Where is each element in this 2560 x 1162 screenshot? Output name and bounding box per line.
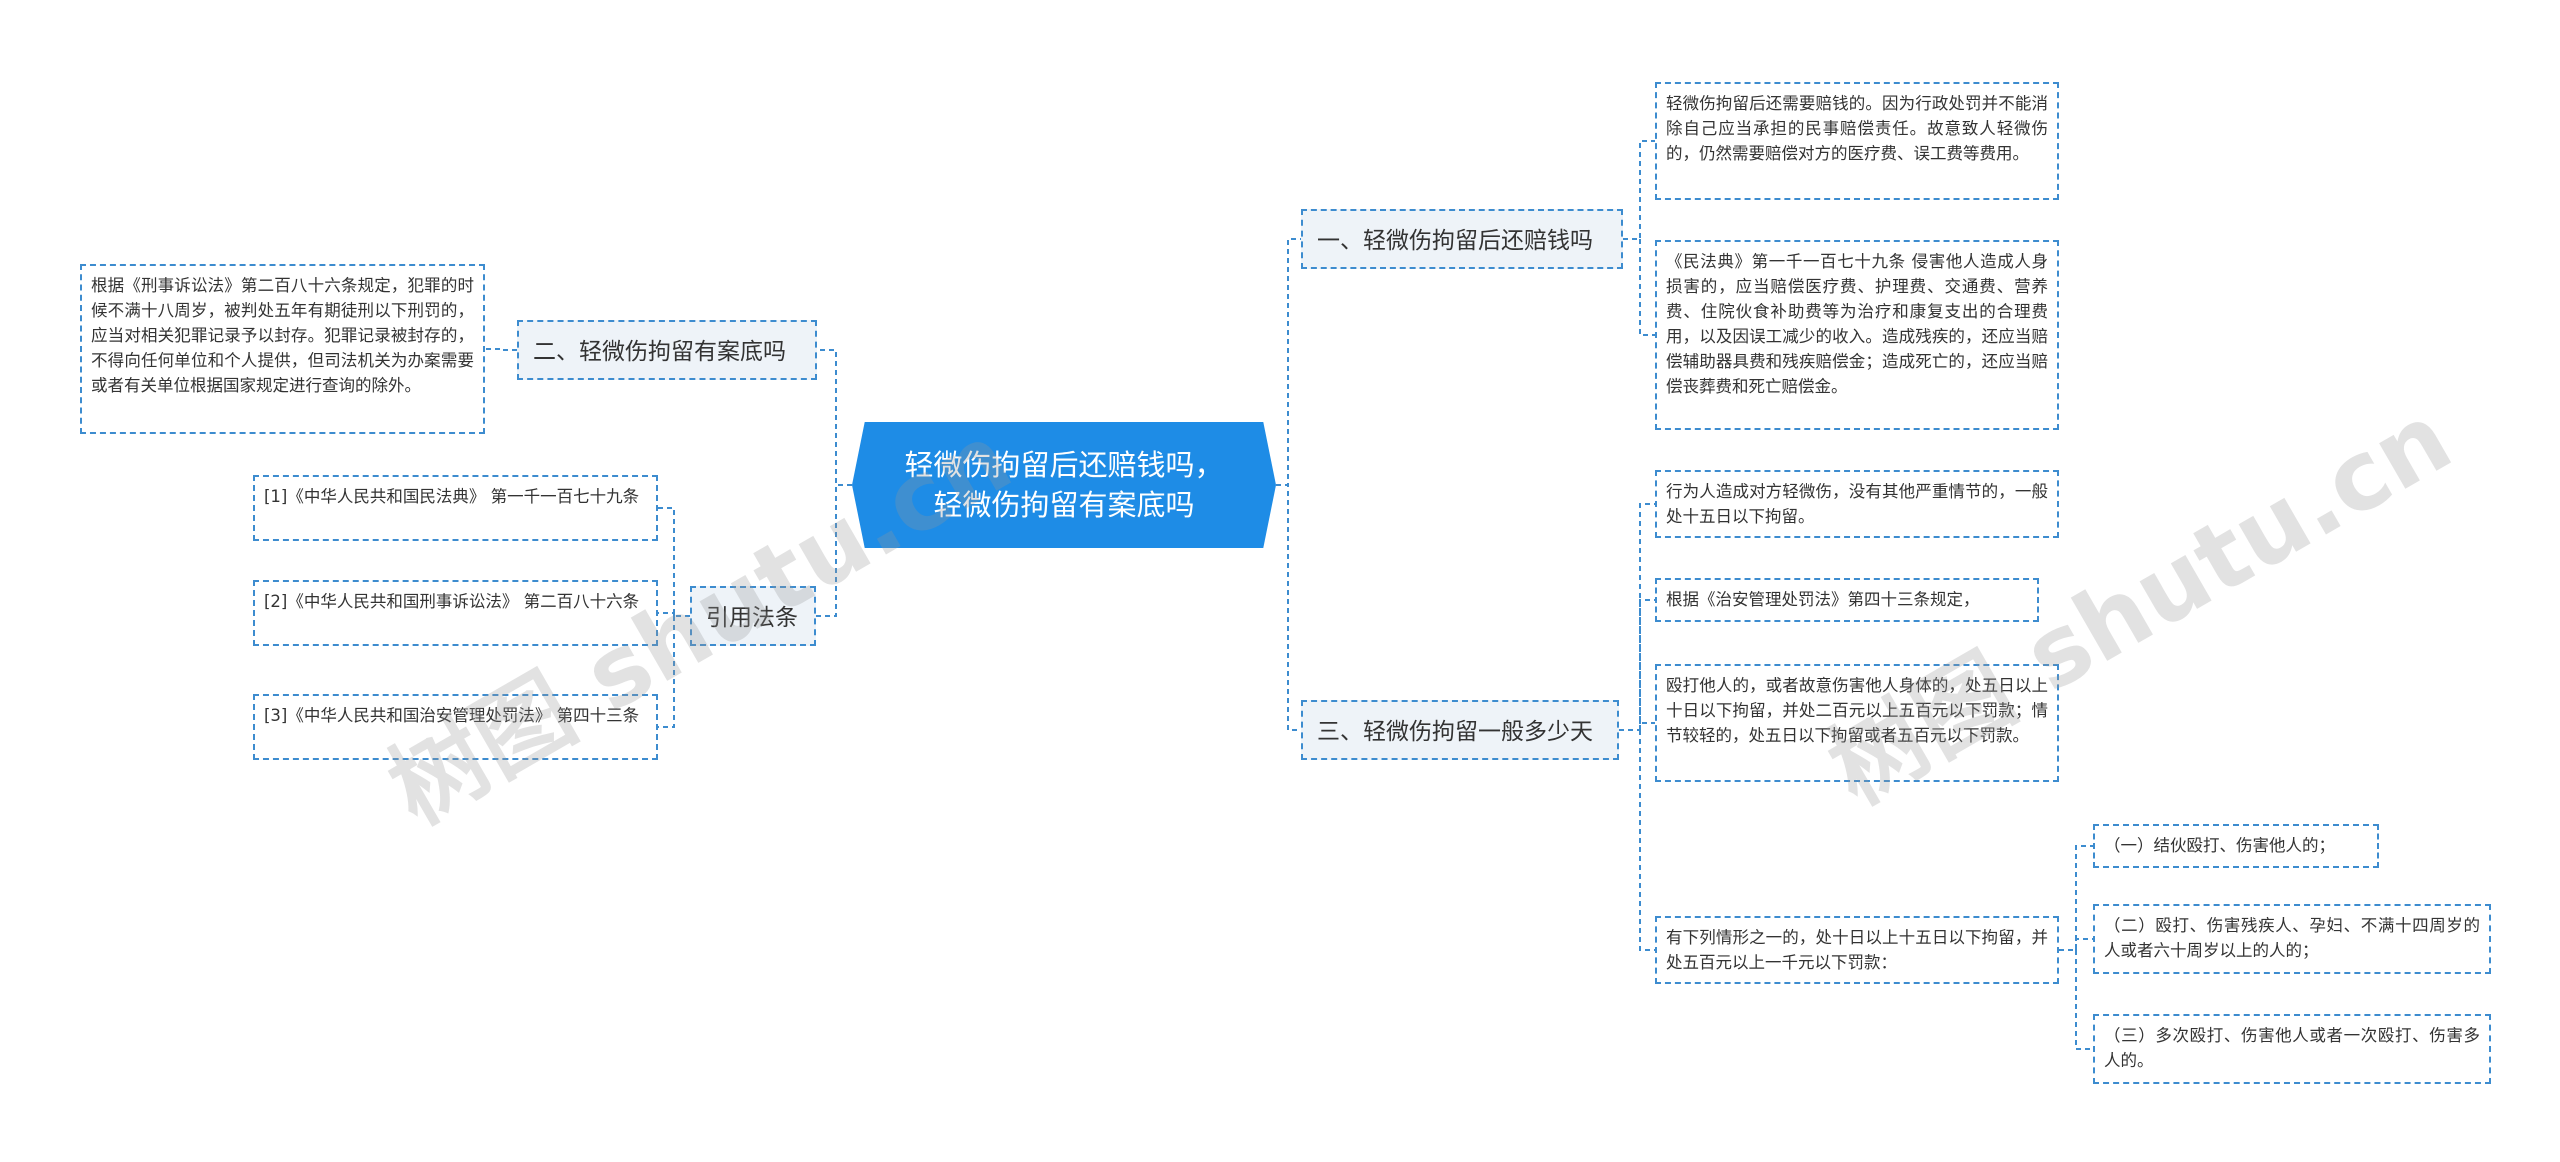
connector-b4-citations: [658, 507, 690, 728]
connector-root-b2: [817, 349, 852, 486]
sub-item-vulnerable-victims: （二）殴打、伤害残疾人、孕妇、不满十四周岁的人或者六十周岁以上的人的；: [2093, 904, 2491, 974]
branch-criminal-record[interactable]: 二、轻微伤拘留有案底吗: [517, 320, 817, 380]
branch-detention-days-label: 三、轻微伤拘留一般多少天: [1317, 719, 1593, 745]
leaf-criminal-procedure-286: 根据《刑事诉讼法》第二百八十六条规定，犯罪的时候不满十八周岁，被判处五年有期徒刑…: [80, 264, 485, 434]
leaf-assault-penalty: 殴打他人的，或者故意伤害他人身体的，处五日以上十日以下拘留，并处二百元以上五百元…: [1655, 664, 2059, 782]
leaf-detention-general: 行为人造成对方轻微伤，没有其他严重情节的，一般处十五日以下拘留。: [1655, 470, 2059, 538]
citation-public-security-law: [3]《中华人民共和国治安管理处罚法》 第四十三条: [253, 694, 658, 760]
connector-root-b1: [1276, 238, 1301, 486]
branch-citations-label: 引用法条: [706, 605, 798, 631]
connector-root-b4: [816, 484, 852, 617]
connector-b1-leaves: [1623, 140, 1655, 336]
branch-criminal-record-label: 二、轻微伤拘留有案底吗: [533, 339, 786, 365]
citation-civil-code: [1]《中华人民共和国民法典》 第一千一百七十九条: [253, 475, 658, 541]
branch-compensation-label: 一、轻微伤拘留后还赔钱吗: [1317, 228, 1593, 254]
branch-citations[interactable]: 引用法条: [690, 586, 816, 646]
root-topic-label: 轻微伤拘留后还赔钱吗， 轻微伤拘留有案底吗: [904, 448, 1224, 522]
connector-b2-leaf: [485, 348, 517, 351]
mind-map-canvas: 轻微伤拘留后还赔钱吗， 轻微伤拘留有案底吗 一、轻微伤拘留后还赔钱吗 轻微伤拘留…: [0, 0, 2560, 1162]
connector-sub-items: [2059, 845, 2093, 1050]
citation-criminal-procedure-law: [2]《中华人民共和国刑事诉讼法》 第二百八十六条: [253, 580, 658, 646]
leaf-aggravated-circumstances: 有下列情形之一的，处十日以上十五日以下拘留，并处五百元以上一千元以下罚款：: [1655, 916, 2059, 984]
sub-item-repeated-assault: （三）多次殴打、伤害他人或者一次殴打、伤害多人的。: [2093, 1014, 2491, 1084]
branch-compensation[interactable]: 一、轻微伤拘留后还赔钱吗: [1301, 209, 1623, 269]
connector-root-b3: [1276, 484, 1301, 731]
leaf-civil-code-1179: 《民法典》第一千一百七十九条 侵害他人造成人身损害的，应当赔偿医疗费、护理费、交…: [1655, 240, 2059, 430]
leaf-public-security-43: 根据《治安管理处罚法》第四十三条规定，: [1655, 578, 2039, 622]
root-topic[interactable]: 轻微伤拘留后还赔钱吗， 轻微伤拘留有案底吗: [852, 422, 1276, 548]
branch-detention-days[interactable]: 三、轻微伤拘留一般多少天: [1301, 700, 1619, 760]
leaf-compensation-answer: 轻微伤拘留后还需要赔钱的。因为行政处罚并不能消除自己应当承担的民事赔偿责任。故意…: [1655, 82, 2059, 200]
connector-b3-leaves: [1619, 503, 1655, 951]
sub-item-gang-assault: （一）结伙殴打、伤害他人的；: [2093, 824, 2379, 868]
